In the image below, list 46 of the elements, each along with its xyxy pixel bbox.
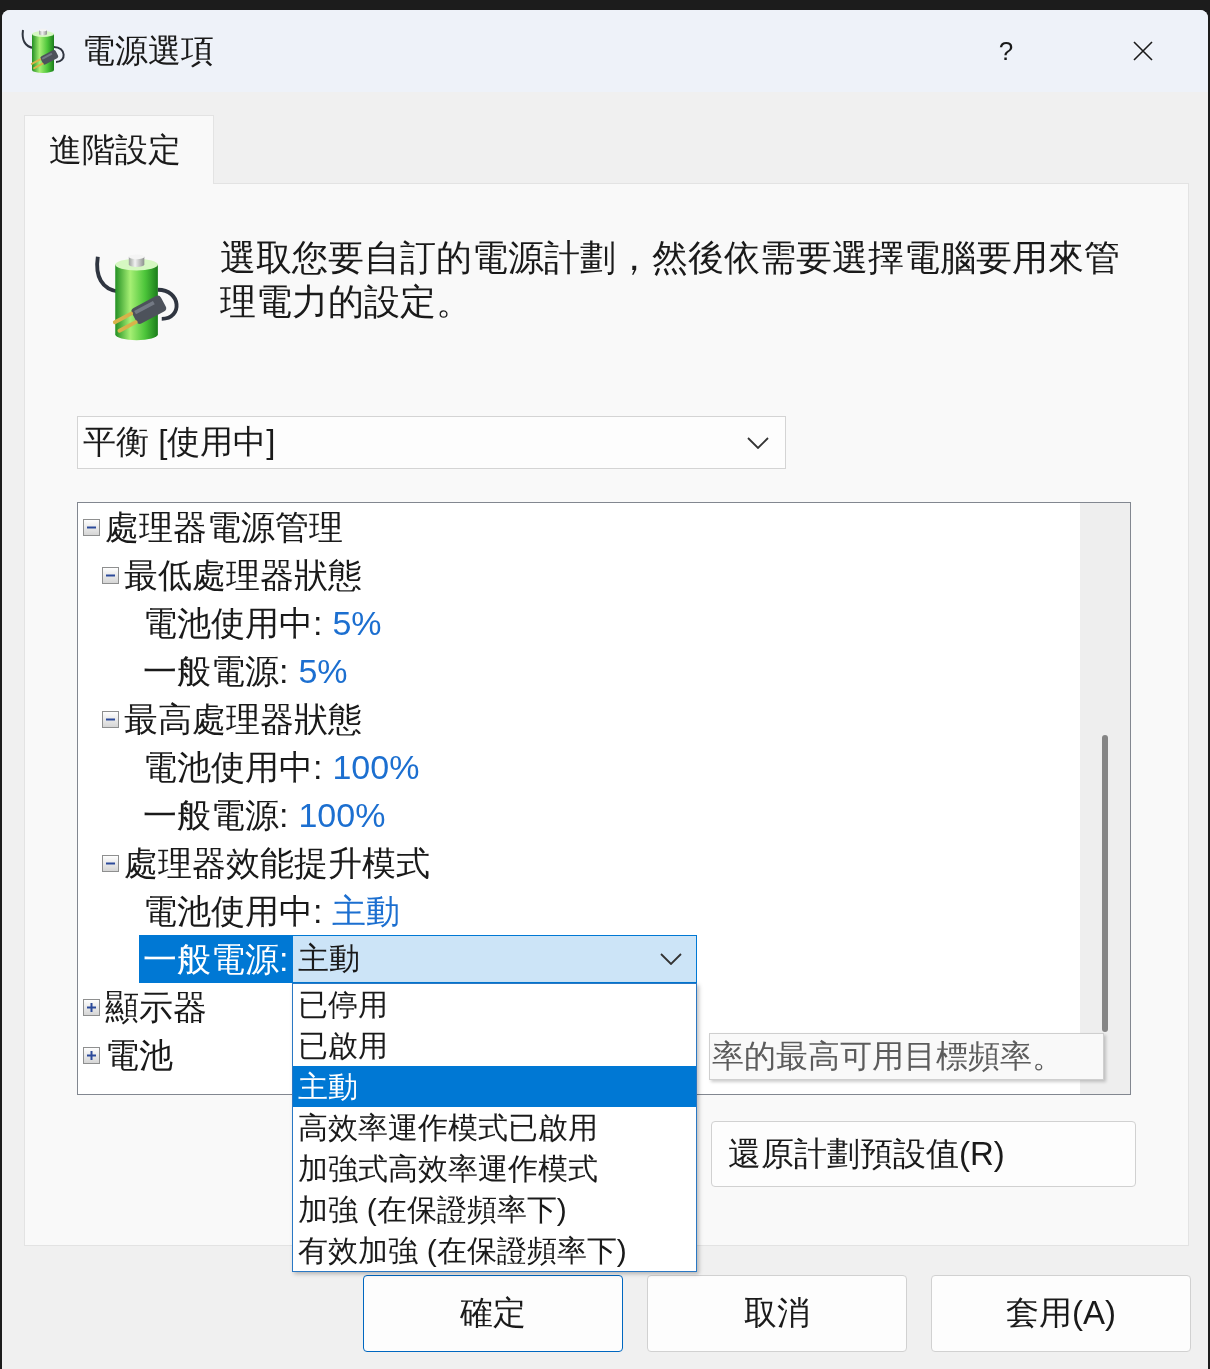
expand-icon[interactable] bbox=[83, 998, 100, 1016]
tree-item-label[interactable]: 顯示器 bbox=[101, 983, 211, 1031]
collapse-icon[interactable] bbox=[83, 518, 100, 536]
restore-defaults-button[interactable]: 還原計劃預設值(R) bbox=[711, 1121, 1136, 1187]
dropdown-option[interactable]: 加強式高效率運作模式 bbox=[293, 1148, 697, 1189]
plan-select[interactable]: 平衡 [使用中] bbox=[77, 416, 786, 469]
dropdown-option[interactable]: 加強 (在保證頻率下) bbox=[293, 1189, 697, 1230]
description-text: 選取您要自訂的電源計劃，然後依需要選擇電腦要用來管理電力的設定。 bbox=[220, 236, 1121, 324]
scrollbar-thumb[interactable] bbox=[1102, 735, 1108, 1032]
tree-item-label[interactable]: 電池 bbox=[101, 1031, 177, 1079]
collapse-icon[interactable] bbox=[102, 566, 119, 584]
setting-value[interactable]: 5% bbox=[332, 599, 382, 647]
tree-item-label[interactable]: 最高處理器狀態 bbox=[120, 695, 366, 743]
tree-item-label[interactable]: 一般電源: bbox=[139, 647, 293, 695]
dialog-button[interactable]: 套用(A) bbox=[931, 1275, 1191, 1352]
dropdown-option[interactable]: 主動 bbox=[293, 1066, 697, 1107]
tree-item-label[interactable]: 一般電源: bbox=[139, 791, 293, 839]
dropdown-option[interactable]: 已啟用 bbox=[293, 1025, 697, 1066]
collapse-icon[interactable] bbox=[102, 710, 119, 728]
dropdown-option[interactable]: 有效加強 (在保證頻率下) bbox=[293, 1230, 697, 1271]
chevron-down-icon bbox=[747, 436, 769, 449]
setting-value[interactable]: 100% bbox=[298, 791, 386, 839]
dialog-button[interactable]: 確定 bbox=[363, 1275, 623, 1352]
dropdown-option[interactable]: 已停用 bbox=[293, 984, 697, 1025]
help-button[interactable]: ? bbox=[976, 21, 1036, 81]
tree-item-label[interactable]: 處理器電源管理 bbox=[101, 503, 347, 551]
tree-item-label[interactable]: 電池使用中: bbox=[139, 887, 327, 935]
window-title: 電源選項 bbox=[82, 31, 214, 71]
tree-item-label[interactable]: 最低處理器狀態 bbox=[120, 551, 366, 599]
collapse-icon[interactable] bbox=[102, 854, 119, 872]
dropdown-option[interactable]: 高效率運作模式已啟用 bbox=[293, 1107, 697, 1148]
dialog-button[interactable]: 取消 bbox=[647, 1275, 907, 1352]
tree-item-label[interactable]: 一般電源: bbox=[139, 935, 293, 983]
value-select[interactable]: 主動 bbox=[292, 935, 698, 983]
tab[interactable]: 進階設定 bbox=[24, 115, 214, 184]
tooltip: 率的最高可用目標頻率。 bbox=[709, 1033, 1104, 1080]
close-icon bbox=[1133, 41, 1153, 61]
tree-item-label[interactable]: 電池使用中: bbox=[139, 599, 327, 647]
expand-icon[interactable] bbox=[83, 1046, 100, 1064]
setting-value[interactable]: 主動 bbox=[332, 887, 401, 935]
tree-item-label[interactable]: 處理器效能提升模式 bbox=[120, 839, 434, 887]
setting-value[interactable]: 5% bbox=[298, 647, 348, 695]
chevron-down-icon bbox=[660, 953, 683, 965]
setting-value[interactable]: 100% bbox=[332, 743, 420, 791]
battery-plug-icon bbox=[20, 27, 68, 75]
tree-item-label[interactable]: 電池使用中: bbox=[139, 743, 327, 791]
